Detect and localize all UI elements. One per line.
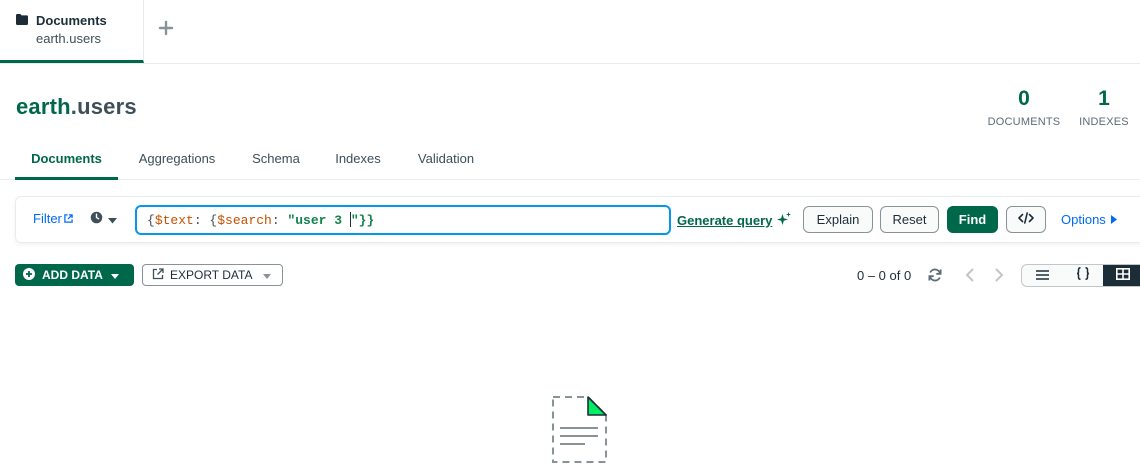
table-view-icon (1116, 267, 1130, 285)
find-button[interactable]: Find (947, 206, 998, 233)
query-history-button[interactable] (90, 211, 117, 229)
external-link-icon (62, 211, 73, 226)
collection-tabs: Documents Aggregations Schema Indexes Va… (0, 140, 1140, 180)
code-icon (1018, 212, 1034, 227)
documents-count: 0 (1018, 87, 1030, 110)
workspace-tab-bar: Documents earth.users (0, 0, 1140, 64)
view-mode-switch (1021, 264, 1140, 287)
sparkle-icon (772, 212, 792, 229)
explain-button[interactable]: Explain (803, 206, 873, 233)
tab-aggregations[interactable]: Aggregations (130, 140, 224, 180)
list-view-icon (1035, 267, 1049, 285)
indexes-stat: 1 INDEXES (1078, 86, 1130, 128)
add-data-button[interactable]: ADD DATA (15, 264, 134, 286)
documents-label: DOCUMENTS (987, 116, 1061, 128)
export-data-label: EXPORT DATA (170, 268, 253, 282)
generate-query-label: Generate query (677, 213, 773, 228)
tab-documents[interactable]: Documents (15, 140, 118, 180)
options-toggle[interactable]: Options (1061, 212, 1117, 227)
query-bar: Filter {$text: {$search: "user 3 "}} Gen… (15, 196, 1140, 243)
chevron-down-icon (263, 268, 272, 282)
indexes-count: 1 (1098, 87, 1110, 110)
plus-icon[interactable] (158, 20, 176, 38)
documents-stat: 0 DOCUMENTS (987, 86, 1061, 128)
reset-button[interactable]: Reset (880, 206, 939, 233)
options-label: Options (1061, 212, 1106, 227)
workspace-tab-documents[interactable]: Documents earth.users (0, 0, 144, 63)
list-view-button[interactable] (1022, 265, 1062, 286)
plus-circle-icon (23, 267, 35, 283)
tab-schema[interactable]: Schema (246, 140, 306, 180)
tab-indexes[interactable]: Indexes (328, 140, 388, 180)
folder-icon (16, 13, 36, 28)
chevron-down-icon (110, 268, 119, 282)
database-name: earth (16, 94, 71, 119)
clock-icon (90, 211, 103, 229)
workspace-tab-title: Documents (36, 13, 107, 28)
filter-query-input[interactable]: {$text: {$search: "user 3 "}} (135, 205, 671, 235)
export-code-button[interactable] (1006, 206, 1046, 233)
add-data-label: ADD DATA (42, 268, 103, 282)
filter-label: Filter (33, 211, 62, 226)
filter-link[interactable]: Filter (33, 211, 73, 226)
chevron-down-icon (108, 211, 117, 229)
collection-name: users (77, 94, 137, 119)
json-view-icon (1076, 266, 1090, 285)
export-data-button[interactable]: EXPORT DATA (142, 264, 283, 286)
pagination-text: 0 – 0 of 0 (857, 268, 912, 283)
refresh-icon[interactable] (927, 267, 943, 288)
json-view-button[interactable] (1063, 265, 1103, 286)
chevron-right-icon[interactable] (993, 268, 1005, 287)
chevron-left-icon[interactable] (964, 268, 976, 287)
tab-validation[interactable]: Validation (409, 140, 483, 180)
empty-document-icon (551, 395, 607, 469)
collection-title: earth.users (16, 94, 137, 120)
export-icon (152, 267, 164, 283)
table-view-button[interactable] (1103, 265, 1140, 286)
indexes-label: INDEXES (1079, 116, 1129, 128)
workspace-tab-subtitle: earth.users (36, 31, 102, 46)
caret-right-icon (1106, 212, 1117, 227)
generate-query-link[interactable]: Generate query (677, 212, 792, 229)
